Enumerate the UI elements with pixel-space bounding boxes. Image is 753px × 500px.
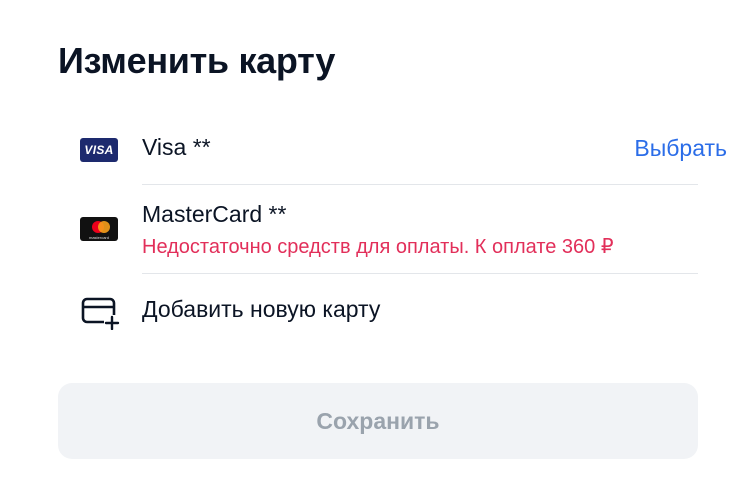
mastercard-badge-text: mastercard — [88, 235, 109, 240]
visa-badge-text: VISA — [84, 143, 114, 157]
add-card-row[interactable]: Добавить новую карту — [80, 290, 698, 334]
add-card-icon — [80, 296, 120, 335]
insufficient-funds-error: Недостаточно средств для оплаты. К оплат… — [142, 236, 614, 258]
visa-logo-icon: VISA — [80, 138, 118, 162]
row-divider — [142, 273, 698, 274]
page-title: Изменить карту — [58, 40, 336, 81]
add-card-label: Добавить новую карту — [142, 296, 381, 322]
card-label-mastercard: MasterCard ** — [142, 201, 287, 227]
mastercard-orange-circle — [98, 221, 110, 233]
save-button[interactable]: Сохранить — [58, 383, 698, 459]
card-label-visa: Visa ** — [142, 134, 211, 160]
select-card-link[interactable]: Выбрать — [634, 135, 727, 162]
mastercard-logo-icon: mastercard — [80, 217, 118, 241]
card-row-visa[interactable]: VISA Visa ** — [80, 128, 698, 186]
row-divider — [142, 184, 698, 185]
